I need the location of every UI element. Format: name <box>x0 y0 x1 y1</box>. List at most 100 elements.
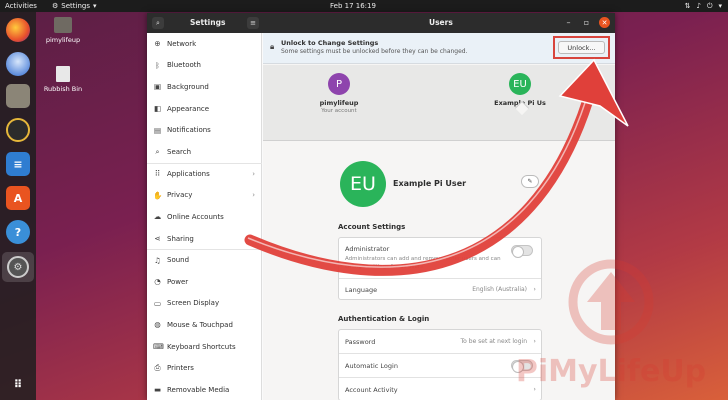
desktop-home-folder[interactable]: pimylifeup <box>38 17 88 44</box>
power-icon: ⏻ <box>706 1 713 10</box>
rhythmbox-icon[interactable] <box>6 118 30 142</box>
sidebar-item-search[interactable]: ⌕ Search <box>147 141 262 163</box>
app-menu[interactable]: ⚙ Settings ▾ <box>52 2 97 10</box>
account-activity-row[interactable]: Account Activity › <box>339 378 541 400</box>
writer-icon[interactable]: ≡ <box>6 152 30 176</box>
account-settings-heading: Account Settings <box>338 223 406 231</box>
automatic-login-row[interactable]: Automatic Login <box>339 354 541 378</box>
sidebar-item-label: Sound <box>167 256 190 265</box>
language-value: English (Australia) <box>472 286 527 293</box>
sidebar-item-power[interactable]: ◔ Power <box>147 271 262 293</box>
thunderbird-icon[interactable] <box>6 52 30 76</box>
sidebar-item-label: Online Accounts <box>167 212 224 221</box>
chevron-right-icon: › <box>533 285 536 293</box>
sidebar-item-label: Mouse & Touchpad <box>167 320 233 329</box>
sidebar-item-privacy[interactable]: ✋ Privacy › <box>147 185 262 207</box>
infobar-title: Unlock to Change Settings <box>281 39 379 47</box>
maximize-button[interactable]: ▫ <box>581 17 592 28</box>
unlock-button[interactable]: Unlock... <box>558 41 605 54</box>
chevron-right-icon: › <box>533 337 536 345</box>
sidebar-item-sharing[interactable]: ⋖ Sharing <box>147 228 262 250</box>
password-label: Password <box>345 338 376 346</box>
search-icon: ⌕ <box>156 18 160 27</box>
volume-icon: ♪ <box>696 1 701 10</box>
app-menu-label: Settings <box>61 2 90 10</box>
account-activity-label: Account Activity <box>345 386 398 394</box>
sidebar-item-online-accounts[interactable]: ☁ Online Accounts <box>147 206 262 228</box>
clock[interactable]: Feb 17 16:19 <box>330 2 376 10</box>
sidebar-item-keyboard-shortcuts[interactable]: ⌨ Keyboard Shortcuts <box>147 336 262 358</box>
top-bar: Activities ⚙ Settings ▾ Feb 17 16:19 ⇅ ♪… <box>0 0 728 12</box>
sidebar-item-label: Search <box>167 147 192 156</box>
hamburger-icon: ≡ <box>250 19 256 27</box>
menu-button[interactable]: ≡ <box>247 17 259 29</box>
sidebar-item-background[interactable]: ▣ Background <box>147 76 262 98</box>
infobar-subtitle: Some settings must be unlocked before th… <box>281 48 468 55</box>
sidebar-item-appearance[interactable]: ◧ Appearance <box>147 98 262 120</box>
sidebar-item-removable-media[interactable]: ▬ Removable Media <box>147 379 262 400</box>
sidebar-item-label: Appearance <box>167 104 210 113</box>
firefox-icon[interactable] <box>6 18 30 42</box>
sidebar-item-label: Background <box>167 82 209 91</box>
sidebar-item-printers[interactable]: ⎙ Printers <box>147 357 262 379</box>
help-icon[interactable]: ? <box>6 220 30 244</box>
activities-button[interactable]: Activities <box>5 2 37 10</box>
profile-avatar[interactable]: EU <box>340 161 386 207</box>
search-icon: ⌕ <box>155 146 160 156</box>
network-icon: ⊕ <box>154 39 161 49</box>
online-accounts-icon: ☁ <box>153 212 162 222</box>
sidebar-item-label: Screen Display <box>167 299 220 308</box>
minimize-button[interactable]: – <box>563 17 574 28</box>
close-button[interactable]: ✕ <box>599 17 610 28</box>
language-row[interactable]: Language English (Australia) › <box>339 279 541 300</box>
user-subtitle: Your account <box>321 108 357 114</box>
sidebar: ⊕ Network ᛒ Bluetooth ▣ Background ◧ Appeara… <box>147 33 262 400</box>
sidebar-item-label: Sharing <box>167 234 194 243</box>
sidebar-item-sound[interactable]: ♫ Sound <box>147 249 262 271</box>
chevron-right-icon: › <box>252 191 255 200</box>
settings-title: Settings <box>190 18 226 27</box>
edit-name-button[interactable]: ✎ <box>521 175 539 188</box>
sidebar-item-mouse-touchpad[interactable]: ◍ Mouse & Touchpad <box>147 314 262 336</box>
page-title: Users <box>429 18 453 27</box>
sidebar-item-screen-display[interactable]: ▭ Screen Display <box>147 293 262 315</box>
desktop-icon-label: pimylifeup <box>45 36 81 44</box>
files-icon[interactable] <box>6 84 30 108</box>
settings-window: ⌕ Settings ≡ Users – ▫ ✕ ⊕ Network ᛒ Bluet… <box>147 13 615 400</box>
chevron-right-icon: › <box>533 385 536 393</box>
sidebar-item-label: Printers <box>167 364 194 373</box>
automatic-login-toggle[interactable] <box>511 360 533 373</box>
background-icon: ▣ <box>153 82 162 92</box>
display-icon: ▭ <box>153 298 162 308</box>
show-apps-icon[interactable]: ⠿ <box>6 372 30 396</box>
authentication-list: Password To be set at next login › Autom… <box>338 329 542 400</box>
sidebar-item-label: Keyboard Shortcuts <box>167 342 236 351</box>
administrator-toggle[interactable] <box>511 245 533 258</box>
user-name: pimylifeup <box>319 99 359 107</box>
desktop-rubbish-bin[interactable]: Rubbish Bin <box>38 66 88 93</box>
search-button[interactable]: ⌕ <box>152 17 164 29</box>
password-value: To be set at next login <box>460 338 527 345</box>
avatar: P <box>328 73 350 95</box>
sidebar-item-applications[interactable]: ⠿ Applications › <box>147 163 262 185</box>
system-tray[interactable]: ⇅ ♪ ⏻ ▾ <box>685 2 722 11</box>
media-icon: ▬ <box>153 385 162 395</box>
sidebar-item-network[interactable]: ⊕ Network <box>147 33 262 55</box>
administrator-description: Administrators can add and remove other … <box>345 256 501 270</box>
unlock-infobar: 🔒︎ Unlock to Change Settings Some settin… <box>263 33 615 64</box>
language-label: Language <box>345 286 378 294</box>
user-card[interactable]: P pimylifeup Your account <box>304 73 374 114</box>
bluetooth-icon: ᛒ <box>155 60 160 70</box>
sharing-icon: ⋖ <box>154 234 161 244</box>
sidebar-item-notifications[interactable]: ▤ Notifications <box>147 119 262 141</box>
settings-icon[interactable]: ⚙ <box>2 252 34 282</box>
privacy-icon: ✋ <box>153 190 163 200</box>
network-icon: ⇅ <box>684 1 691 10</box>
title-bar: ⌕ Settings ≡ Users – ▫ ✕ <box>147 13 615 33</box>
sidebar-item-bluetooth[interactable]: ᛒ Bluetooth <box>147 55 262 77</box>
software-icon[interactable]: A <box>6 186 30 210</box>
password-row[interactable]: Password To be set at next login › <box>339 330 541 354</box>
administrator-row[interactable]: Administrator Administrators can add and… <box>339 238 541 279</box>
pencil-icon: ✎ <box>527 178 533 185</box>
sidebar-item-label: Privacy <box>167 191 193 200</box>
